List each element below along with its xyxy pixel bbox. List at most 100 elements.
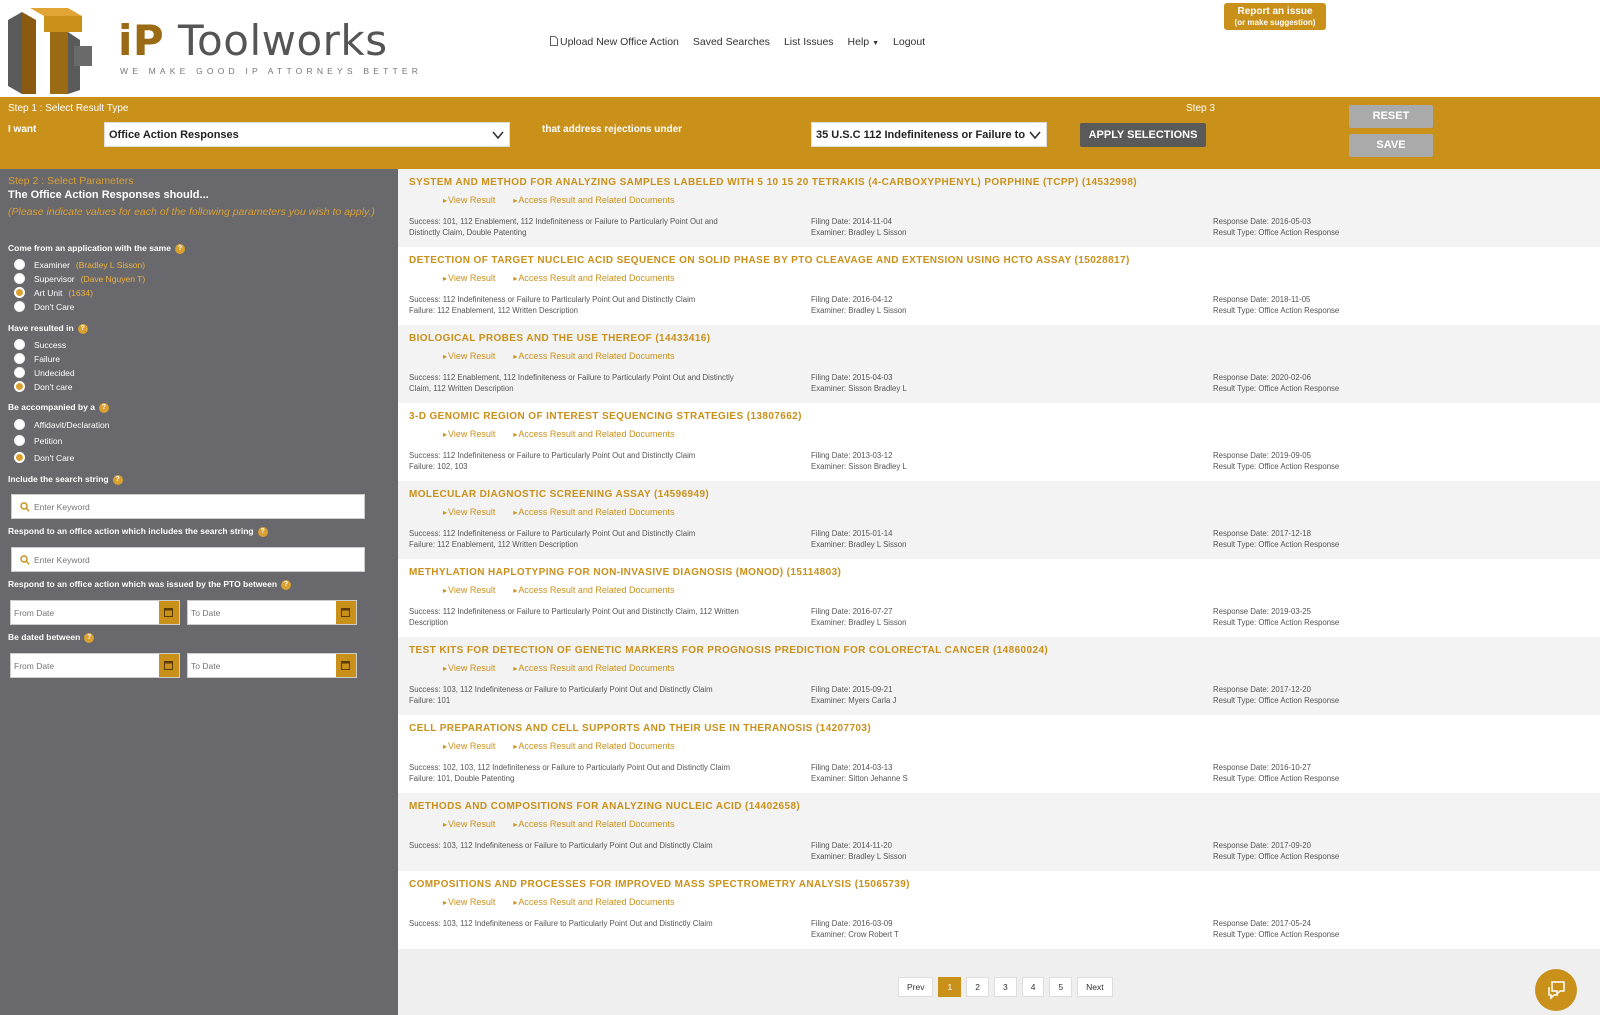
save-button[interactable]: SAVE bbox=[1349, 134, 1433, 157]
calendar-icon[interactable] bbox=[336, 601, 356, 624]
page-3-button[interactable]: 3 bbox=[993, 977, 1017, 997]
access-documents-link[interactable]: Access Result and Related Documents bbox=[513, 663, 674, 673]
radio-button[interactable] bbox=[14, 339, 25, 350]
view-result-link[interactable]: View Result bbox=[443, 429, 495, 439]
help-icon[interactable]: ? bbox=[98, 402, 109, 413]
next-page-button[interactable]: Next bbox=[1077, 977, 1113, 997]
result-outcome-cont: Failure: 101 bbox=[409, 696, 451, 705]
respond-search-input[interactable] bbox=[34, 552, 354, 568]
radio-button-selected[interactable] bbox=[14, 287, 25, 298]
access-documents-link[interactable]: Access Result and Related Documents bbox=[513, 819, 674, 829]
view-result-link[interactable]: View Result bbox=[443, 273, 495, 283]
calendar-icon[interactable] bbox=[159, 654, 179, 677]
radio-accomp-dont-care[interactable]: Don't Care bbox=[14, 452, 74, 463]
report-issue-button[interactable]: Report an issue (or make suggestion) bbox=[1224, 3, 1326, 30]
access-documents-link[interactable]: Access Result and Related Documents bbox=[513, 273, 674, 283]
nav-upload-office-action[interactable]: Upload New Office Action bbox=[550, 36, 679, 48]
access-documents-link[interactable]: Access Result and Related Documents bbox=[513, 195, 674, 205]
radio-button[interactable] bbox=[14, 419, 25, 430]
radio-art-unit[interactable]: Art Unit (1634) bbox=[14, 287, 93, 298]
help-icon[interactable]: ? bbox=[257, 526, 268, 537]
result-type: Result Type: Office Action Response bbox=[1213, 930, 1340, 939]
page-5-button[interactable]: 5 bbox=[1049, 977, 1073, 997]
chat-button[interactable] bbox=[1535, 969, 1577, 1011]
radio-success[interactable]: Success bbox=[14, 339, 66, 350]
page-4-button[interactable]: 4 bbox=[1021, 977, 1045, 997]
radio-affidavit[interactable]: Affidavit/Declaration bbox=[14, 419, 109, 430]
issued-to-input[interactable] bbox=[191, 605, 331, 621]
result-title[interactable]: DETECTION OF TARGET NUCLEIC ACID SEQUENC… bbox=[409, 255, 1130, 266]
prev-page-button[interactable]: Prev bbox=[898, 977, 934, 997]
view-result-link[interactable]: View Result bbox=[443, 741, 495, 751]
nav-help-dropdown[interactable]: Help ▼ bbox=[848, 36, 879, 48]
calendar-icon[interactable] bbox=[159, 601, 179, 624]
result-title[interactable]: METHYLATION HAPLOTYPING FOR NON-INVASIVE… bbox=[409, 567, 841, 578]
radio-button-selected[interactable] bbox=[14, 452, 25, 463]
result-title[interactable]: SYSTEM AND METHOD FOR ANALYZING SAMPLES … bbox=[409, 177, 1137, 188]
result-outcome: Success: 101, 112 Enablement, 112 Indefi… bbox=[409, 217, 718, 226]
brand-logo[interactable]: iP Toolworks bbox=[118, 18, 388, 64]
rejection-type-select[interactable]: 35 U.S.C 112 Indefiniteness or Failure t… bbox=[811, 122, 1047, 147]
result-title[interactable]: METHODS AND COMPOSITIONS FOR ANALYZING N… bbox=[409, 801, 800, 812]
issued-from-date[interactable] bbox=[10, 600, 180, 625]
radio-dont-care[interactable]: Don't Care bbox=[14, 301, 74, 312]
radio-button-selected[interactable] bbox=[14, 381, 25, 392]
radio-button[interactable] bbox=[14, 367, 25, 378]
accompanied-question: Be accompanied by a? bbox=[8, 402, 109, 413]
radio-supervisor[interactable]: Supervisor (Dave Nguyen T) bbox=[14, 273, 145, 284]
radio-examiner[interactable]: Examiner (Bradley L Sisson) bbox=[14, 259, 145, 270]
examiner: Examiner: Sisson Bradley L bbox=[811, 384, 907, 393]
view-result-link[interactable]: View Result bbox=[443, 585, 495, 595]
nav-saved-searches[interactable]: Saved Searches bbox=[693, 36, 770, 48]
view-result-link[interactable]: View Result bbox=[443, 819, 495, 829]
issued-to-date[interactable] bbox=[187, 600, 357, 625]
dated-to-input[interactable] bbox=[191, 658, 331, 674]
view-result-link[interactable]: View Result bbox=[443, 897, 495, 907]
search-string-field[interactable] bbox=[11, 494, 365, 519]
view-result-link[interactable]: View Result bbox=[443, 507, 495, 517]
radio-button[interactable] bbox=[14, 259, 25, 270]
calendar-icon[interactable] bbox=[336, 654, 356, 677]
radio-result-dont-care[interactable]: Don't care bbox=[14, 381, 72, 392]
result-title[interactable]: COMPOSITIONS AND PROCESSES FOR IMPROVED … bbox=[409, 879, 910, 890]
help-icon[interactable]: ? bbox=[174, 243, 185, 254]
result-title[interactable]: CELL PREPARATIONS AND CELL SUPPORTS AND … bbox=[409, 723, 871, 734]
result-title[interactable]: 3-D GENOMIC REGION OF INTEREST SEQUENCIN… bbox=[409, 411, 802, 422]
radio-undecided[interactable]: Undecided bbox=[14, 367, 75, 378]
radio-button[interactable] bbox=[14, 273, 25, 284]
dated-to-date[interactable] bbox=[187, 653, 357, 678]
access-documents-link[interactable]: Access Result and Related Documents bbox=[513, 429, 674, 439]
page-1-button[interactable]: 1 bbox=[938, 977, 962, 997]
radio-failure[interactable]: Failure bbox=[14, 353, 60, 364]
view-result-link[interactable]: View Result bbox=[443, 195, 495, 205]
help-icon[interactable]: ? bbox=[281, 579, 292, 590]
search-string-input[interactable] bbox=[34, 499, 354, 515]
radio-button[interactable] bbox=[14, 301, 25, 312]
view-result-link[interactable]: View Result bbox=[443, 351, 495, 361]
help-icon[interactable]: ? bbox=[112, 474, 123, 485]
access-documents-link[interactable]: Access Result and Related Documents bbox=[513, 585, 674, 595]
result-title[interactable]: TEST KITS FOR DETECTION OF GENETIC MARKE… bbox=[409, 645, 1048, 656]
nav-list-issues[interactable]: List Issues bbox=[784, 36, 834, 48]
issued-from-input[interactable] bbox=[14, 605, 154, 621]
radio-petition[interactable]: Petition bbox=[14, 435, 62, 446]
radio-button[interactable] bbox=[14, 353, 25, 364]
dated-from-date[interactable] bbox=[10, 653, 180, 678]
dated-from-input[interactable] bbox=[14, 658, 154, 674]
view-result-link[interactable]: View Result bbox=[443, 663, 495, 673]
nav-logout[interactable]: Logout bbox=[893, 36, 925, 48]
apply-selections-button[interactable]: APPLY SELECTIONS bbox=[1080, 123, 1206, 147]
help-icon[interactable]: ? bbox=[77, 323, 88, 334]
radio-button[interactable] bbox=[14, 435, 25, 446]
result-title[interactable]: MOLECULAR DIAGNOSTIC SCREENING ASSAY (14… bbox=[409, 489, 709, 500]
reset-button[interactable]: RESET bbox=[1349, 105, 1433, 128]
result-type-select[interactable]: Office Action Responses bbox=[104, 122, 510, 147]
page-2-button[interactable]: 2 bbox=[966, 977, 989, 997]
access-documents-link[interactable]: Access Result and Related Documents bbox=[513, 351, 674, 361]
help-icon[interactable]: ? bbox=[84, 632, 95, 643]
respond-search-field[interactable] bbox=[11, 547, 365, 572]
access-documents-link[interactable]: Access Result and Related Documents bbox=[513, 507, 674, 517]
access-documents-link[interactable]: Access Result and Related Documents bbox=[513, 741, 674, 751]
access-documents-link[interactable]: Access Result and Related Documents bbox=[513, 897, 674, 907]
result-title[interactable]: BIOLOGICAL PROBES AND THE USE THEREOF (1… bbox=[409, 333, 710, 344]
